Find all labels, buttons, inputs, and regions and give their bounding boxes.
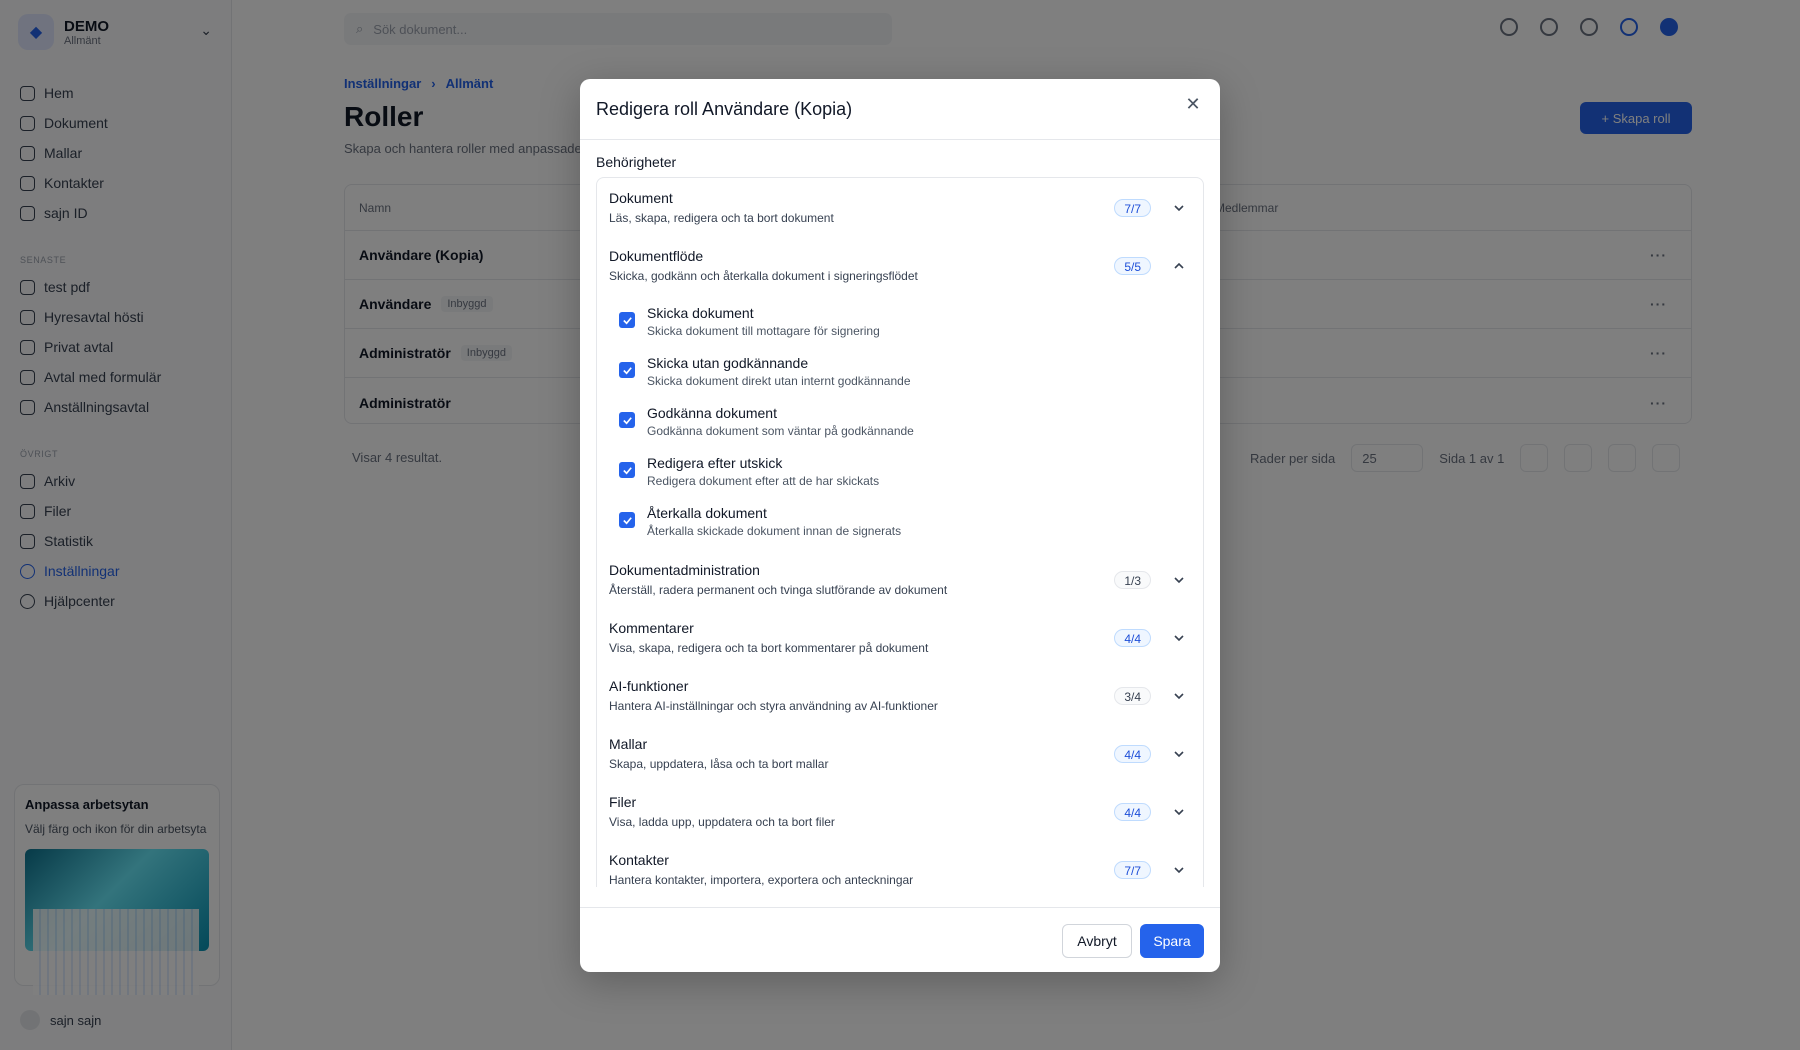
permission-title: Godkänna dokument (647, 405, 777, 421)
permission-desc: Skicka dokument till mottagare för signe… (647, 324, 880, 338)
permission-item[interactable]: Skicka dokument Skicka dokument till mot… (597, 300, 1203, 350)
permission-title: Redigera efter utskick (647, 455, 783, 471)
permission-group-dokument[interactable]: Dokument Läs, skapa, redigera och ta bor… (597, 178, 1203, 236)
permission-item[interactable]: Godkänna dokument Godkänna dokument som … (597, 400, 1203, 450)
permission-title: Skicka dokument (647, 305, 754, 321)
dialog-footer: Avbryt Spara (580, 907, 1220, 972)
permission-item[interactable]: Redigera efter utskick Redigera dokument… (597, 450, 1203, 500)
count-badge: 1/3 (1114, 571, 1151, 589)
count-badge: 4/4 (1114, 745, 1151, 763)
chevron-down-icon[interactable] (1169, 686, 1189, 706)
group-title: Dokumentadministration (609, 562, 760, 578)
checkbox-checked[interactable] (619, 362, 635, 378)
dialog-title: Redigera roll Användare (Kopia) (596, 98, 853, 119)
permission-title: Skicka utan godkännande (647, 355, 809, 371)
group-title: Kommentarer (609, 620, 694, 636)
permissions-label: Behörigheter (596, 154, 677, 170)
group-desc: Visa, ladda upp, uppdatera och ta bort f… (609, 815, 835, 829)
count-badge: 3/4 (1114, 687, 1151, 705)
permission-desc: Återkalla skickade dokument innan de sig… (647, 524, 902, 538)
count-badge: 7/7 (1114, 199, 1151, 217)
permission-title: Återkalla dokument (647, 505, 767, 521)
group-title: Kontakter (609, 852, 669, 868)
chevron-down-icon[interactable] (1169, 860, 1189, 880)
checkbox-checked[interactable] (619, 512, 635, 528)
permission-desc: Godkänna dokument som väntar på godkänna… (647, 424, 914, 438)
group-desc: Skapa, uppdatera, låsa och ta bort malla… (609, 757, 829, 771)
checkbox-checked[interactable] (619, 412, 635, 428)
permission-group-dokumentadministration[interactable]: Dokumentadministration Återställ, radera… (597, 550, 1203, 608)
group-desc: Återställ, radera permanent och tvinga s… (609, 583, 948, 597)
save-button[interactable]: Spara (1140, 924, 1204, 958)
count-badge: 4/4 (1114, 803, 1151, 821)
chevron-down-icon[interactable] (1169, 198, 1189, 218)
checkbox-checked[interactable] (619, 312, 635, 328)
chevron-down-icon[interactable] (1169, 570, 1189, 590)
count-badge: 5/5 (1114, 257, 1151, 275)
permission-groups: Dokument Läs, skapa, redigera och ta bor… (596, 177, 1204, 887)
permission-group-mallar[interactable]: Mallar Skapa, uppdatera, låsa och ta bor… (597, 724, 1203, 782)
permission-group-kommentarer[interactable]: Kommentarer Visa, skapa, redigera och ta… (597, 608, 1203, 666)
count-badge: 7/7 (1114, 861, 1151, 879)
group-desc: Läs, skapa, redigera och ta bort dokumen… (609, 211, 834, 225)
permission-items: Skicka dokument Skicka dokument till mot… (597, 294, 1203, 550)
permission-desc: Skicka dokument direkt utan internt godk… (647, 374, 911, 388)
group-title: Dokumentflöde (609, 248, 704, 264)
group-title: Filer (609, 794, 637, 810)
group-desc: Skicka, godkänn och återkalla dokument i… (609, 269, 918, 283)
group-title: AI-funktioner (609, 678, 689, 694)
permission-group-filer[interactable]: Filer Visa, ladda upp, uppdatera och ta … (597, 782, 1203, 840)
dialog-header: Redigera roll Användare (Kopia) ✕ (580, 79, 1220, 140)
chevron-up-icon[interactable] (1169, 256, 1189, 276)
chevron-down-icon[interactable] (1169, 628, 1189, 648)
group-title: Dokument (609, 190, 673, 206)
chevron-down-icon[interactable] (1169, 802, 1189, 822)
permission-group-kontakter[interactable]: Kontakter Hantera kontakter, importera, … (597, 840, 1203, 887)
permission-item[interactable]: Återkalla dokument Återkalla skickade do… (597, 500, 1203, 550)
permission-group-ai-funktioner[interactable]: AI-funktioner Hantera AI-inställningar o… (597, 666, 1203, 724)
edit-role-dialog: Redigera roll Användare (Kopia) ✕ Behöri… (580, 79, 1220, 972)
group-desc: Hantera kontakter, importera, exportera … (609, 873, 914, 887)
checkbox-checked[interactable] (619, 462, 635, 478)
chevron-down-icon[interactable] (1169, 744, 1189, 764)
permission-group-dokumentflode[interactable]: Dokumentflöde Skicka, godkänn och återka… (597, 236, 1203, 294)
permission-desc: Redigera dokument efter att de har skick… (647, 474, 880, 488)
group-desc: Hantera AI-inställningar och styra använ… (609, 699, 938, 713)
close-icon[interactable]: ✕ (1182, 93, 1204, 115)
permission-item[interactable]: Skicka utan godkännande Skicka dokument … (597, 350, 1203, 400)
group-desc: Visa, skapa, redigera och ta bort kommen… (609, 641, 929, 655)
cancel-button[interactable]: Avbryt (1062, 924, 1132, 958)
count-badge: 4/4 (1114, 629, 1151, 647)
group-title: Mallar (609, 736, 648, 752)
